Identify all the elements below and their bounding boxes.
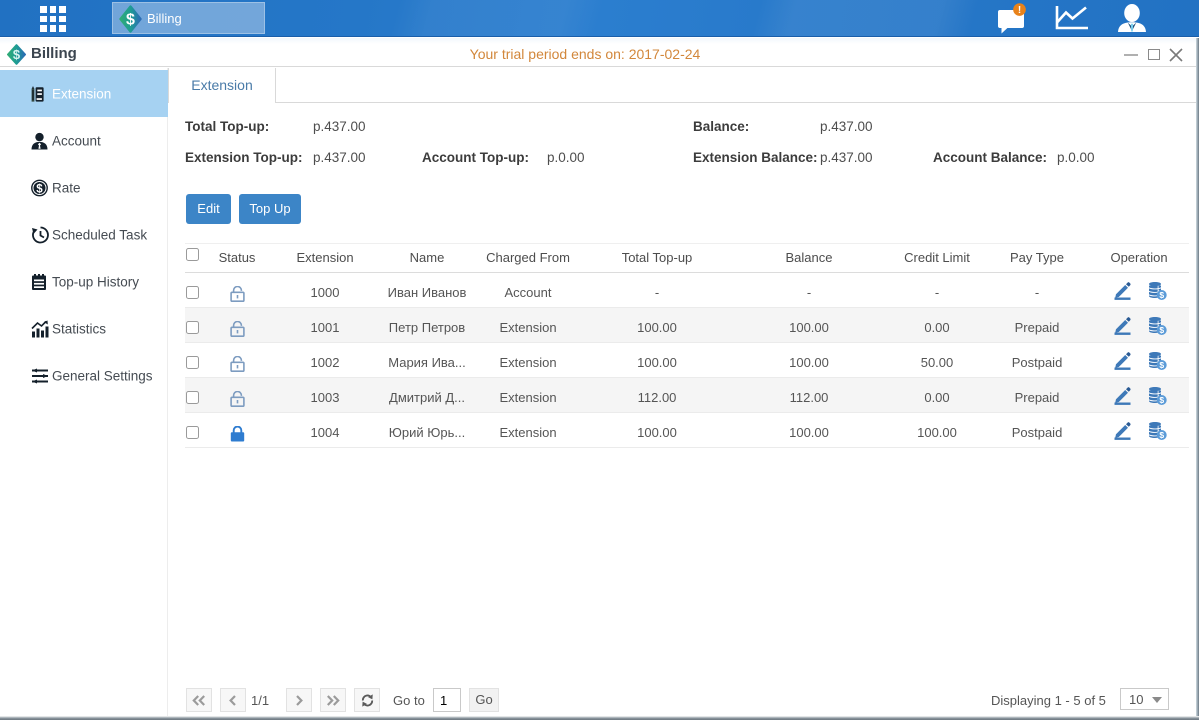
svg-text:!: !	[1018, 5, 1021, 16]
svg-text:$: $	[36, 183, 43, 195]
svg-text:$: $	[126, 11, 135, 28]
